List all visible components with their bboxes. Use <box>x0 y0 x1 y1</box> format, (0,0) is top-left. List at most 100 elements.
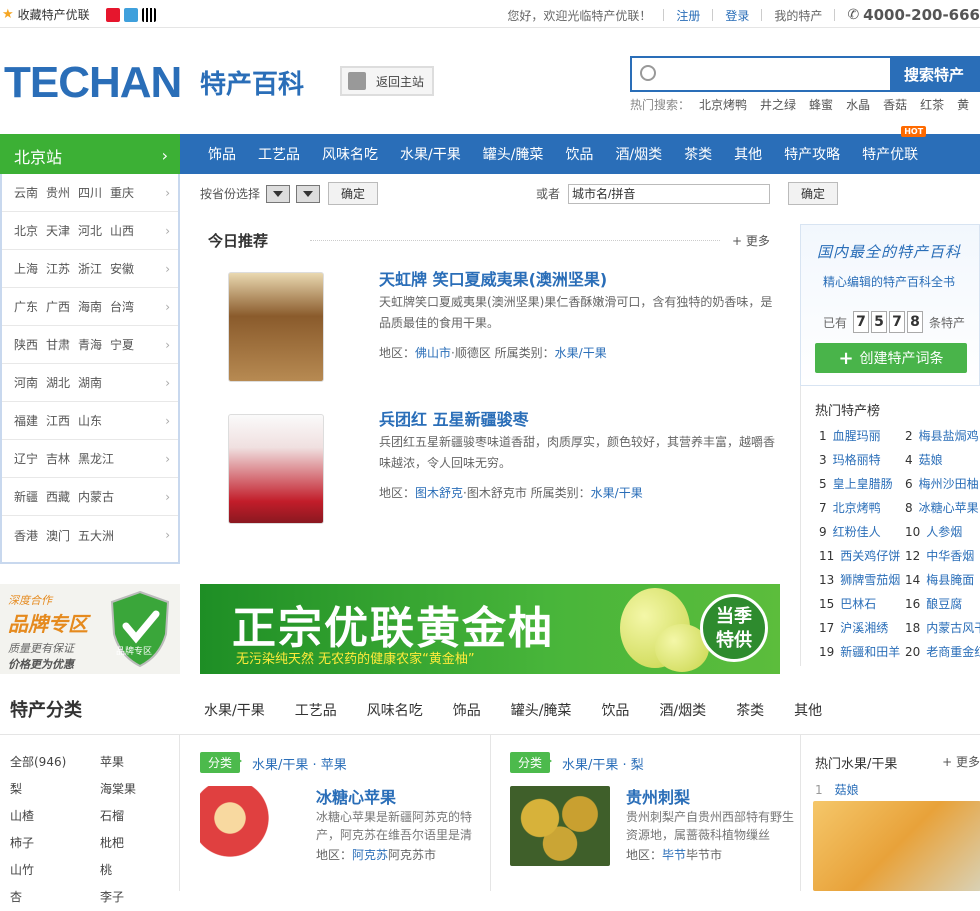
region-row[interactable]: 陕西 甘肃 青海 宁夏 › <box>2 326 178 364</box>
city-input[interactable] <box>568 183 771 204</box>
nav-item[interactable]: 饮品 <box>565 144 593 164</box>
home-button[interactable]: 返回主站 <box>340 66 434 96</box>
ranking-item[interactable]: 11 西关鸡仔饼 <box>819 544 905 568</box>
search-button[interactable]: 搜索特产 <box>890 58 978 90</box>
nav-item[interactable]: 风味名吃 <box>322 144 378 164</box>
ranking-item[interactable]: 10 人参烟 <box>905 520 980 544</box>
product-title[interactable]: 贵州刺梨 <box>626 784 690 808</box>
product-image[interactable] <box>510 786 610 866</box>
subcategory-link[interactable]: 桃 <box>100 857 180 884</box>
city-select[interactable] <box>296 184 321 203</box>
hot-fruit-more-link[interactable]: + 更多 <box>942 753 980 770</box>
region-link[interactable]: 图木舒克 <box>415 486 463 500</box>
hot-fruit-item[interactable]: 1 菇娘 <box>815 781 859 798</box>
hot-search-term[interactable]: 井之绿 <box>760 96 796 113</box>
ranking-item[interactable]: 13 狮牌雪茄烟 <box>819 568 905 592</box>
category-path-link[interactable]: 水果/干果 · 苹果 <box>252 754 347 773</box>
province-ok-button[interactable]: 确定 <box>328 182 379 205</box>
nav-item[interactable]: 工艺品 <box>258 144 300 164</box>
region-row[interactable]: 广东 广西 海南 台湾 › <box>2 288 178 326</box>
today-more-link[interactable]: + 更多 <box>732 232 770 249</box>
nav-item[interactable]: 饰品 <box>208 144 236 164</box>
qzone-icon[interactable] <box>123 7 138 22</box>
qrcode-icon[interactable] <box>141 7 156 22</box>
ranking-item[interactable]: 16 酿豆腐 <box>905 592 980 616</box>
product-image[interactable] <box>228 272 324 382</box>
subcategory-link[interactable]: 李子 <box>100 884 180 911</box>
nav-item-techan-youlian[interactable]: 特产优联 HOT <box>862 126 927 164</box>
ranking-item[interactable]: 14 梅县腌面 <box>905 568 980 592</box>
ranking-item[interactable]: 19 新疆和田羊 <box>819 640 905 664</box>
hot-search-term[interactable]: 黄 <box>957 96 969 113</box>
ranking-item[interactable]: 6 梅州沙田柚 <box>905 472 980 496</box>
product-image[interactable] <box>200 786 300 866</box>
hot-search-term[interactable]: 香菇 <box>883 96 907 113</box>
station-selector[interactable]: 北京站 › <box>0 134 180 174</box>
region-link[interactable]: 毕节 <box>662 848 686 862</box>
subcategory-link[interactable]: 梨 <box>10 776 100 803</box>
product-title[interactable]: 兵团红 五星新疆骏枣 <box>379 406 529 430</box>
ranking-item[interactable]: 12 中华香烟 <box>905 544 980 568</box>
brand-zone-banner[interactable]: 深度合作 品牌专区 质量更有保证 价格更为优惠 品牌专区 <box>0 584 180 674</box>
category-tab[interactable]: 风味名吃 <box>367 700 423 720</box>
nav-item[interactable]: 特产攻略 <box>784 144 840 164</box>
ranking-item[interactable]: 4 菇娘 <box>905 448 980 472</box>
ranking-item[interactable]: 15 巴林石 <box>819 592 905 616</box>
region-row[interactable]: 新疆 西藏 内蒙古 › <box>2 478 178 516</box>
product-title[interactable]: 冰糖心苹果 <box>316 784 396 808</box>
subcategory-link[interactable]: 苹果 <box>100 749 180 776</box>
subcategory-link[interactable]: 海棠果 <box>100 776 180 803</box>
nav-item[interactable]: 水果/干果 <box>400 144 461 164</box>
hot-search-term[interactable]: 北京烤鸭 <box>699 96 747 113</box>
product-image[interactable] <box>813 801 980 891</box>
region-row[interactable]: 香港 澳门 五大洲 › <box>2 516 178 554</box>
ranking-item[interactable]: 2 梅县盐焗鸡 <box>905 424 980 448</box>
weibo-icon[interactable] <box>105 7 120 22</box>
ranking-item[interactable]: 20老商重金红 <box>905 640 980 664</box>
pomelo-banner[interactable]: 正宗优联黄金柚 无污染纯天然 无农药的健康农家“黄金柚” 当季 特供 <box>200 584 780 674</box>
city-ok-button[interactable]: 确定 <box>788 182 839 205</box>
region-row[interactable]: 辽宁 吉林 黑龙江 › <box>2 440 178 478</box>
region-row[interactable]: 上海 江苏 浙江 安徽 › <box>2 250 178 288</box>
ranking-item[interactable]: 17 沪溪湘绣 <box>819 616 905 640</box>
ranking-item[interactable]: 9 红粉佳人 <box>819 520 905 544</box>
subcategory-link[interactable]: 石榴 <box>100 803 180 830</box>
subcategory-link[interactable]: 杏 <box>10 884 100 911</box>
ranking-item[interactable]: 7 北京烤鸭 <box>819 496 905 520</box>
subcategory-link[interactable]: 枇杷 <box>100 830 180 857</box>
nav-item[interactable]: 酒/烟类 <box>615 144 662 164</box>
nav-item[interactable]: 罐头/腌菜 <box>483 144 544 164</box>
search-input[interactable] <box>632 58 890 90</box>
product-title[interactable]: 天虹牌 笑口夏威夷果(澳洲坚果) <box>379 266 607 290</box>
subcategory-link[interactable]: 山楂 <box>10 803 100 830</box>
hot-search-term[interactable]: 蜂蜜 <box>809 96 833 113</box>
product-image[interactable] <box>228 414 324 524</box>
region-link[interactable]: 佛山市 <box>415 346 451 360</box>
subcategory-link[interactable]: 柿子 <box>10 830 100 857</box>
region-row[interactable]: 河南 湖北 湖南 › <box>2 364 178 402</box>
ranking-item[interactable]: 1 血腥玛丽 <box>819 424 905 448</box>
ranking-item[interactable]: 5 皇上皇腊肠 <box>819 472 905 496</box>
favorite-link[interactable]: ★ 收藏特产优联 <box>2 6 156 23</box>
region-link[interactable]: 阿克苏 <box>352 848 388 862</box>
category-tab[interactable]: 饮品 <box>601 700 629 720</box>
create-entry-button[interactable]: + 创建特产词条 <box>815 343 967 373</box>
nav-item[interactable]: 其他 <box>734 144 762 164</box>
logo[interactable]: TECHAN <box>4 58 182 108</box>
region-row[interactable]: 福建 江西 山东 › <box>2 402 178 440</box>
ranking-item[interactable]: 8 冰糖心苹果 <box>905 496 980 520</box>
region-row[interactable]: 云南 贵州 四川 重庆 › <box>2 174 178 212</box>
province-select[interactable] <box>266 184 291 203</box>
nav-item[interactable]: 茶类 <box>684 144 712 164</box>
category-tab[interactable]: 茶类 <box>736 700 764 720</box>
category-tab[interactable]: 酒/烟类 <box>659 700 706 720</box>
category-tab[interactable]: 其他 <box>794 700 822 720</box>
my-techan-link[interactable]: 我的特产 <box>774 7 822 24</box>
login-link[interactable]: 登录 <box>725 7 749 24</box>
subcategory-link[interactable]: 全部(946) <box>10 749 100 776</box>
category-tab[interactable]: 罐头/腌菜 <box>511 700 572 720</box>
hot-search-term[interactable]: 红茶 <box>920 96 944 113</box>
category-link[interactable]: 水果/干果 <box>555 346 607 360</box>
category-link[interactable]: 水果/干果 <box>591 486 643 500</box>
hot-search-term[interactable]: 水晶 <box>846 96 870 113</box>
